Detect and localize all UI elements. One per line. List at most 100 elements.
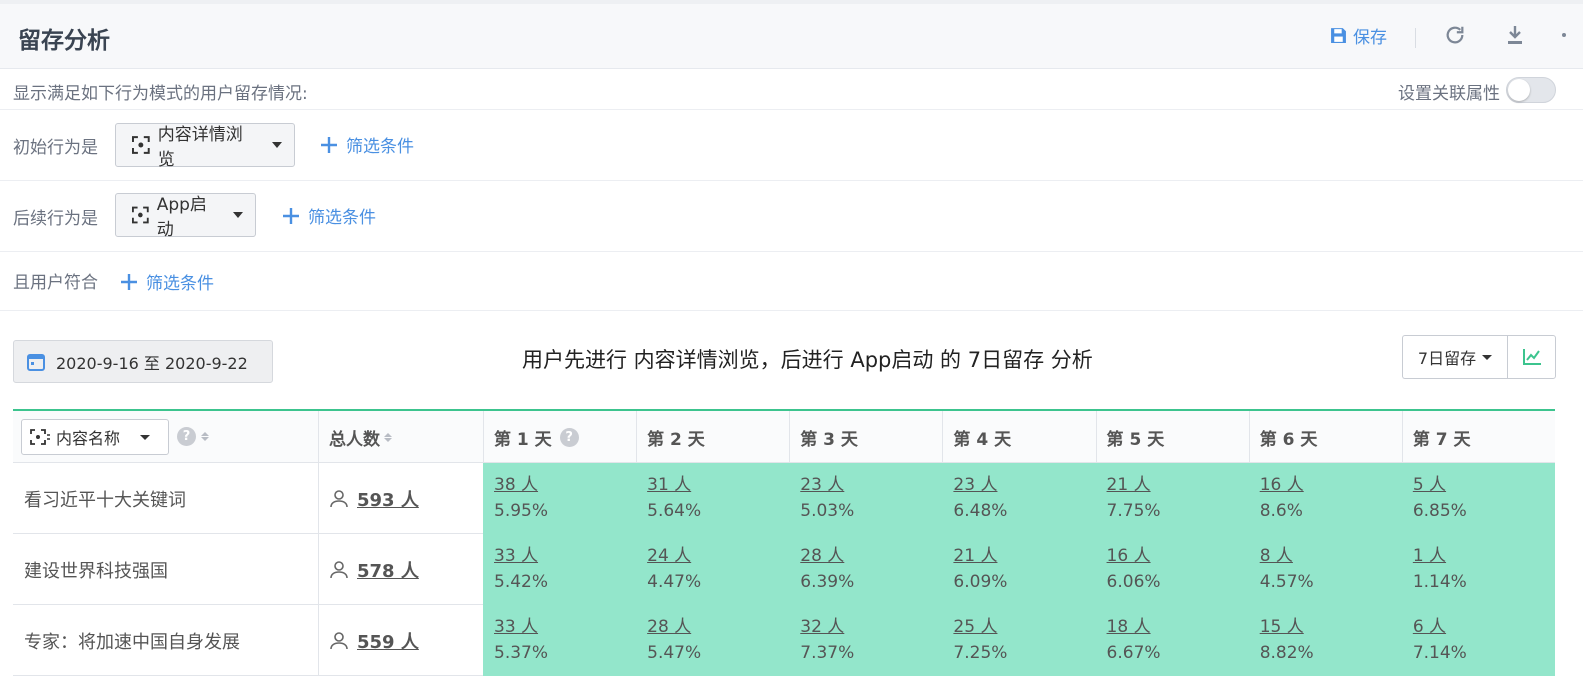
page-title: 留存分析 <box>18 28 110 54</box>
retention-count-link[interactable]: 23 人 <box>800 472 854 498</box>
event-icon <box>132 136 150 154</box>
followup-event-select[interactable]: App启动 <box>115 193 256 240</box>
retention-count-link[interactable]: 15 人 <box>1260 614 1314 640</box>
retention-count-link[interactable]: 16 人 <box>1260 472 1304 498</box>
sort-icon[interactable] <box>201 432 209 441</box>
total-header[interactable]: 总人数 <box>329 411 392 463</box>
retention-count-link[interactable]: 38 人 <box>494 472 548 498</box>
total-cell: 559 人 <box>329 605 419 676</box>
total-users-link[interactable]: 559 人 <box>357 628 419 654</box>
retention-rate: 5.95% <box>494 501 549 521</box>
day-header: 第 5 天 <box>1107 411 1165 463</box>
dimension-select[interactable]: 内容名称 <box>21 419 169 455</box>
retention-count-link[interactable]: 33 人 <box>494 614 548 640</box>
user-icon <box>330 631 348 649</box>
column-divider <box>318 463 319 534</box>
column-divider <box>318 605 319 676</box>
retention-count-link[interactable]: 18 人 <box>1107 614 1161 640</box>
retention-count-link[interactable]: 21 人 <box>953 543 1007 569</box>
table-row: 专家：将加速中国自身发展 559 人 33 人 5.37% 28 人 5.47% 32 人 7… <box>13 605 1555 676</box>
filter-label: 筛选条件 <box>308 208 376 228</box>
day-header-label: 第 5 天 <box>1106 429 1165 450</box>
day-header: 第 2 天 <box>647 411 705 463</box>
initial-filter-button[interactable]: 筛选条件 <box>320 132 414 157</box>
initial-event-value: 内容详情浏览 <box>157 125 243 170</box>
chevron-down-icon <box>140 434 151 440</box>
retention-count-link[interactable]: 24 人 <box>647 543 701 569</box>
more-icon[interactable] <box>1562 33 1566 37</box>
retention-count-link[interactable]: 23 人 <box>953 472 1007 498</box>
link-attr-toggle[interactable] <box>1506 77 1556 103</box>
retention-cell: 16 人 6.06% <box>1107 543 1161 595</box>
retention-rate: 4.47% <box>647 572 702 592</box>
user-icon <box>330 560 348 578</box>
retention-rate: 5.37% <box>494 643 549 663</box>
retention-count-link[interactable]: 31 人 <box>647 472 701 498</box>
followup-event-label: 后续行为是 <box>13 209 98 229</box>
retention-cell: 21 人 7.75% <box>1107 472 1161 524</box>
retention-cell: 16 人 8.6% <box>1260 472 1304 524</box>
initial-event-select[interactable]: 内容详情浏览 <box>115 123 295 170</box>
followup-filter-button[interactable]: 筛选条件 <box>282 203 376 228</box>
date-range-picker[interactable]: 2020-9-16 至 2020-9-22 <box>13 340 273 383</box>
save-button[interactable]: 保存 <box>1330 23 1387 48</box>
retention-rate: 6.06% <box>1106 572 1161 592</box>
column-divider <box>1401 411 1403 463</box>
retention-rate: 7.37% <box>800 643 855 663</box>
retention-period-select[interactable]: 7日留存 <box>1402 335 1507 379</box>
followup-event-row: 后续行为是 App启动 筛选条件 <box>0 181 1583 252</box>
total-users-link[interactable]: 578 人 <box>357 557 419 583</box>
retention-cell: 21 人 6.09% <box>953 543 1007 595</box>
calendar-icon <box>27 353 45 371</box>
day-header: 第 1 天? <box>494 411 579 463</box>
retention-cell: 8 人 4.57% <box>1260 543 1314 595</box>
sort-icon[interactable] <box>384 432 392 442</box>
retention-count-link[interactable]: 1 人 <box>1413 543 1467 569</box>
retention-count-link[interactable]: 6 人 <box>1413 614 1467 640</box>
save-icon <box>1331 28 1346 43</box>
download-icon[interactable] <box>1505 24 1525 46</box>
retention-count-link[interactable]: 28 人 <box>800 543 854 569</box>
retention-rate: 7.75% <box>1106 501 1161 521</box>
user-filter-button[interactable]: 筛选条件 <box>120 269 214 294</box>
retention-count-link[interactable]: 16 人 <box>1107 543 1161 569</box>
table-header: 内容名称 ? 总人数 第 1 天? 第 2 天 第 3 天 第 4 天 第 5 天 第 6… <box>13 411 1555 463</box>
line-chart-icon <box>1522 349 1541 365</box>
retention-rate: 6.48% <box>953 501 1008 521</box>
description-text: 显示满足如下行为模式的用户留存情况: <box>13 84 308 104</box>
retention-count-link[interactable]: 25 人 <box>953 614 1007 640</box>
total-users-link[interactable]: 593 人 <box>357 486 419 512</box>
retention-cell: 38 人 5.95% <box>494 472 548 524</box>
analysis-summary: 用户先进行 内容详情浏览，后进行 App启动 的 7日留存 分析 <box>522 348 1093 372</box>
help-icon[interactable]: ? <box>559 427 579 447</box>
refresh-icon[interactable] <box>1444 24 1466 46</box>
retention-cell: 18 人 6.67% <box>1107 614 1161 666</box>
table-row: 建设世界科技强国 578 人 33 人 5.42% 24 人 4.47% 28 人 6.39%… <box>13 534 1555 605</box>
filter-label: 筛选条件 <box>346 137 414 157</box>
retention-count-link[interactable]: 8 人 <box>1260 543 1314 569</box>
retention-count-link[interactable]: 28 人 <box>647 614 701 640</box>
day-header-label: 第 7 天 <box>1412 429 1471 450</box>
day-header: 第 7 天 <box>1413 411 1471 463</box>
retention-cells: 33 人 5.37% 28 人 5.47% 32 人 7.37% 25 人 7.25% 18 人… <box>483 605 1555 676</box>
retention-rate: 5.03% <box>800 501 855 521</box>
retention-count-link[interactable]: 33 人 <box>494 543 548 569</box>
retention-cell: 33 人 5.37% <box>494 614 548 666</box>
retention-cell: 6 人 7.14% <box>1413 614 1467 666</box>
day-header-label: 第 4 天 <box>953 429 1012 450</box>
retention-cell: 31 人 5.64% <box>647 472 701 524</box>
retention-cell: 23 人 5.03% <box>800 472 854 524</box>
retention-count-link[interactable]: 5 人 <box>1413 472 1467 498</box>
retention-cell: 32 人 7.37% <box>800 614 854 666</box>
total-cell: 578 人 <box>329 534 419 605</box>
user-filter-row: 且用户符合 筛选条件 <box>0 252 1583 311</box>
chevron-down-icon <box>233 212 243 218</box>
help-icon[interactable]: ? <box>177 427 196 446</box>
retention-rate: 6.67% <box>1106 643 1161 663</box>
retention-count-link[interactable]: 21 人 <box>1107 472 1161 498</box>
retention-cell: 28 人 6.39% <box>800 543 854 595</box>
retention-count-link[interactable]: 32 人 <box>800 614 854 640</box>
chart-view-button[interactable] <box>1507 335 1556 379</box>
retention-rate: 4.57% <box>1259 572 1314 592</box>
retention-rate: 6.09% <box>953 572 1008 592</box>
